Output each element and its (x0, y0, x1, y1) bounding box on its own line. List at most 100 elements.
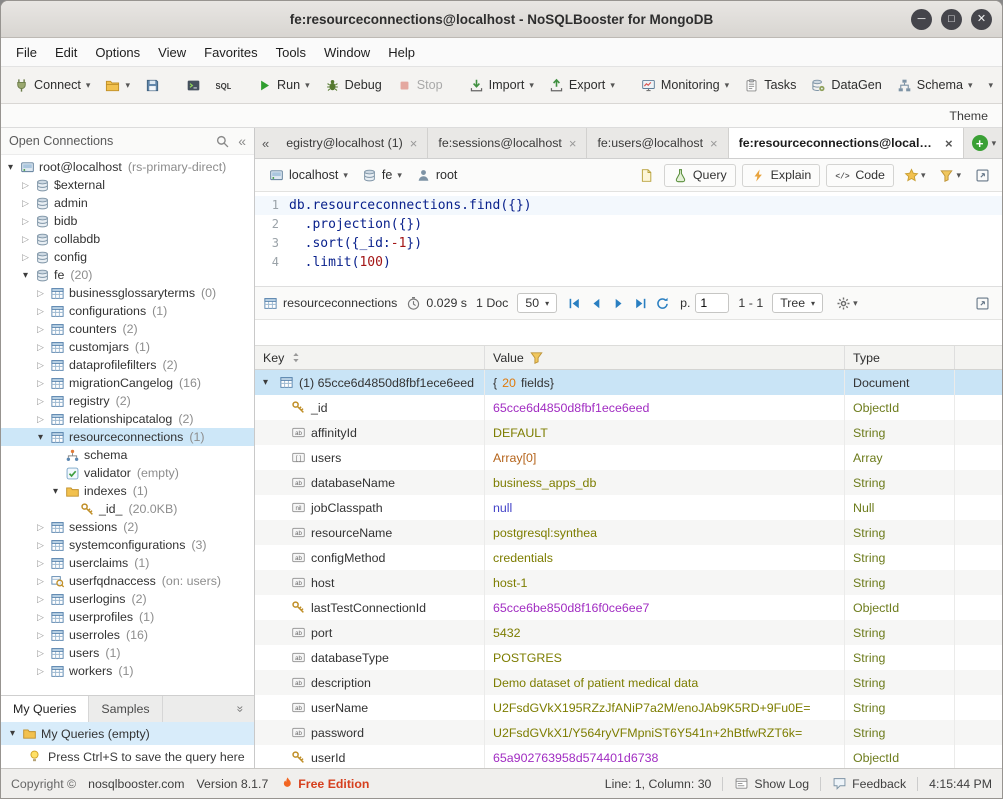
expand-arrow-icon[interactable]: ▷ (35, 342, 46, 353)
favorites-button[interactable]: ▾ (900, 165, 930, 186)
grid-row-id[interactable]: _id65cce6d4850d8fbf1ece6eedObjectId (255, 395, 1002, 420)
tree-item-configurations[interactable]: ▷configurations(1) (1, 302, 254, 320)
search-icon[interactable] (215, 134, 230, 149)
expand-arrow-icon[interactable]: ▷ (35, 648, 46, 659)
tab-egistry-localhost-1[interactable]: egistry@localhost (1)× (276, 128, 428, 158)
theme-selector[interactable]: Theme (949, 109, 988, 123)
tree-item-fe[interactable]: ▾fe(20) (1, 266, 254, 284)
menu-tools[interactable]: Tools (267, 41, 315, 64)
grid-row-host[interactable]: abhosthost-1String (255, 570, 1002, 595)
close-button[interactable]: ✕ (971, 9, 992, 30)
connect-button[interactable]: Connect▾ (7, 74, 97, 97)
tree-item-sessions[interactable]: ▷sessions(2) (1, 518, 254, 536)
tree-item-users[interactable]: ▷users(1) (1, 644, 254, 662)
expand-arrow-icon[interactable]: ▷ (35, 522, 46, 533)
tree-item-userfqdnaccess[interactable]: ▷userfqdnaccess(on: users) (1, 572, 254, 590)
tree-item-validator[interactable]: validator(empty) (1, 464, 254, 482)
collapse-arrow-icon[interactable]: ▾ (50, 486, 61, 497)
schema-button[interactable]: Schema▾ (890, 74, 980, 97)
grid-row-jobclasspath[interactable]: niljobClasspathnullNull (255, 495, 1002, 520)
tree-item-external[interactable]: ▷$external (1, 176, 254, 194)
tree-item-counters[interactable]: ▷counters(2) (1, 320, 254, 338)
tree-item-userprofiles[interactable]: ▷userprofiles(1) (1, 608, 254, 626)
expand-arrow-icon[interactable]: ▷ (35, 558, 46, 569)
expand-arrow-icon[interactable]: ▷ (35, 666, 46, 677)
grid-row-port[interactable]: abport5432String (255, 620, 1002, 645)
user-selector[interactable]: root (410, 165, 464, 186)
tab-close-icon[interactable]: × (945, 136, 953, 151)
run-button[interactable]: Run▾ (250, 74, 317, 97)
save-button[interactable] (138, 74, 167, 97)
tab-close-icon[interactable]: × (569, 136, 577, 151)
expand-arrow-icon[interactable]: ▷ (20, 216, 31, 227)
expand-arrow-icon[interactable]: ▷ (35, 288, 46, 299)
monitoring-button[interactable]: Monitoring▾ (634, 74, 736, 97)
expand-arrow-icon[interactable]: ▷ (35, 306, 46, 317)
my-queries-root[interactable]: ▾ My Queries (empty) (1, 722, 254, 745)
refresh-icon[interactable] (654, 295, 671, 312)
expand-arrow-icon[interactable]: ▷ (35, 396, 46, 407)
menu-edit[interactable]: Edit (46, 41, 86, 64)
grid-row-description[interactable]: abdescriptionDemo dataset of patient med… (255, 670, 1002, 695)
tree-item-userroles[interactable]: ▷userroles(16) (1, 626, 254, 644)
menu-help[interactable]: Help (379, 41, 424, 64)
collapse-arrow-icon[interactable]: ▾ (20, 270, 31, 281)
tree-item-customjars[interactable]: ▷customjars(1) (1, 338, 254, 356)
tree-item-userclaims[interactable]: ▷userclaims(1) (1, 554, 254, 572)
tree-item-relationshipcatalog[interactable]: ▷relationshipcatalog(2) (1, 410, 254, 428)
tasks-button[interactable]: Tasks (737, 74, 803, 97)
grid-row-userid[interactable]: userId65a902763958d574401d6738ObjectId (255, 745, 1002, 768)
show-log-button[interactable]: Show Log (734, 776, 809, 791)
tree-item-config[interactable]: ▷config (1, 248, 254, 266)
expand-arrow-icon[interactable]: ▷ (20, 252, 31, 263)
expand-editor-button[interactable] (971, 165, 994, 186)
tree-item-migrationcangelog[interactable]: ▷migrationCangelog(16) (1, 374, 254, 392)
first-page-icon[interactable] (566, 295, 583, 312)
tree-item-admin[interactable]: ▷admin (1, 194, 254, 212)
tab-fe-sessions-localhost[interactable]: fe:sessions@localhost× (428, 128, 587, 158)
grid-row-lasttestconnectionid[interactable]: lastTestConnectionId65cce6be850d8f16f0ce… (255, 595, 1002, 620)
view-mode-select[interactable]: Tree ▾ (772, 293, 823, 313)
explain-button[interactable]: Explain (742, 164, 821, 187)
tree-item-registry[interactable]: ▷registry(2) (1, 392, 254, 410)
tab-samples[interactable]: Samples (89, 696, 162, 722)
expand-arrow-icon[interactable]: ▷ (35, 378, 46, 389)
menu-file[interactable]: File (7, 41, 46, 64)
expand-arrow-icon[interactable]: ▷ (35, 360, 46, 371)
menu-options[interactable]: Options (86, 41, 149, 64)
collapse-sidebar-icon[interactable]: « (238, 133, 246, 149)
script-button[interactable] (635, 165, 658, 186)
sql-button[interactable]: SQL (209, 74, 238, 97)
datagen-button[interactable]: DataGen (804, 74, 888, 97)
filter-button[interactable]: ▾ (935, 165, 965, 186)
tab-fe-users-localhost[interactable]: fe:users@localhost× (587, 128, 728, 158)
editor-line-2[interactable]: 2 .projection({}) (255, 215, 1002, 234)
collapse-arrow-icon[interactable]: ▾ (7, 728, 18, 739)
expand-arrow-icon[interactable]: ▷ (35, 324, 46, 335)
collapse-arrow-icon[interactable]: ▾ (35, 432, 46, 443)
database-selector[interactable]: fe ▾ (356, 165, 408, 186)
query-editor[interactable]: 1db.resourceconnections.find({})2 .proje… (255, 192, 1002, 287)
grid-row-password[interactable]: abpasswordU2FsdGVkX1/Y564ryVFMpniST6Y541… (255, 720, 1002, 745)
tree-item-root-localhost[interactable]: ▾root@localhost(rs-primary-direct) (1, 158, 254, 176)
new-tab-button[interactable]: + (972, 135, 988, 151)
tree-item-resourceconnections[interactable]: ▾resourceconnections(1) (1, 428, 254, 446)
host-selector[interactable]: localhost ▾ (263, 165, 354, 186)
query-button[interactable]: Query (664, 164, 736, 187)
grid-row-databasetype[interactable]: abdatabaseTypePOSTGRESString (255, 645, 1002, 670)
tree-item-businessglossaryterms[interactable]: ▷businessglossaryterms(0) (1, 284, 254, 302)
value-column-header[interactable]: Value (485, 346, 845, 369)
editor-line-4[interactable]: 4 .limit(100) (255, 253, 1002, 272)
expand-arrow-icon[interactable]: ▷ (35, 576, 46, 587)
tab-close-icon[interactable]: × (410, 136, 418, 151)
collapse-arrow-icon[interactable]: ▾ (5, 162, 16, 173)
tree-item-id[interactable]: _id_(20.0KB) (1, 500, 254, 518)
grid-row-resourcename[interactable]: abresourceNamepostgresql:syntheaString (255, 520, 1002, 545)
shell-button[interactable] (179, 74, 208, 97)
minimize-button[interactable]: ─ (911, 9, 932, 30)
grid-row-databasename[interactable]: abdatabaseNamebusiness_apps_dbString (255, 470, 1002, 495)
toolbar-overflow-button[interactable]: ▾ (982, 76, 1001, 95)
expand-arrow-icon[interactable]: ▷ (35, 540, 46, 551)
grid-row-users[interactable]: [ ]usersArray[0]Array (255, 445, 1002, 470)
grid-row-1-65cce6d4850d8fbf1ece6eed[interactable]: ▾(1) 65cce6d4850d8fbf1ece6eed{20 fields}… (255, 370, 1002, 395)
